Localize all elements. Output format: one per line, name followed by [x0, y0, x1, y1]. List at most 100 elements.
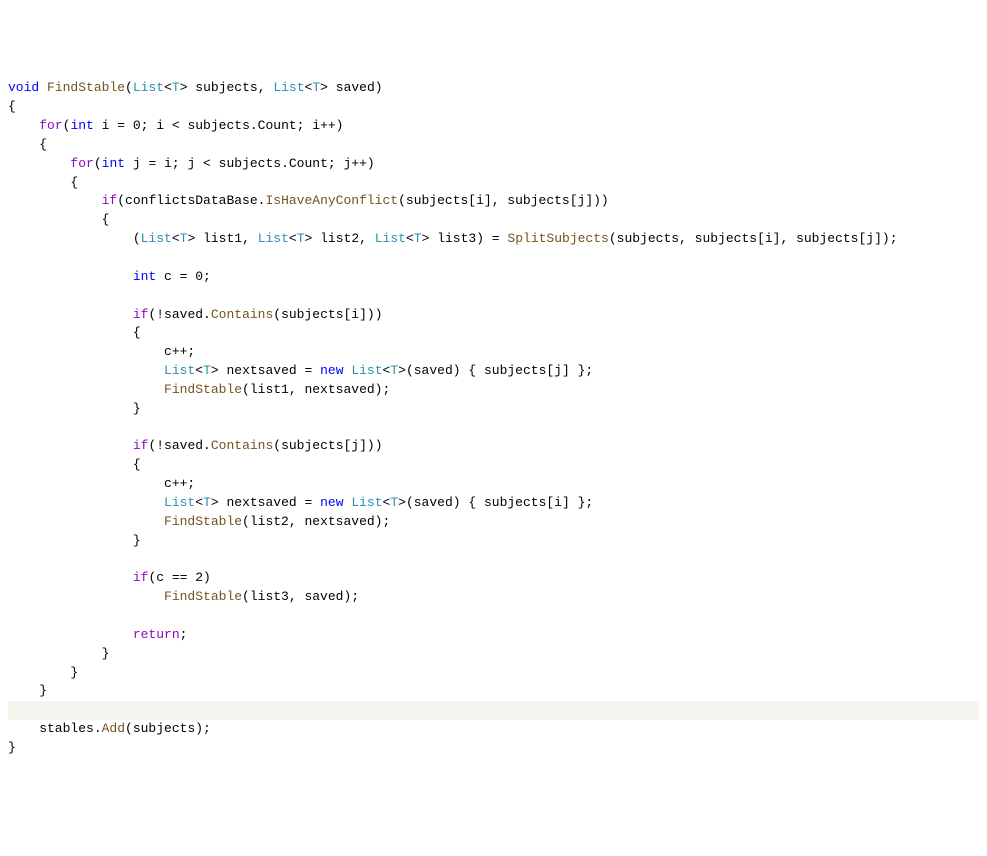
code-line[interactable]: } [8, 682, 979, 701]
code-token: < [195, 363, 203, 378]
code-token: T [172, 80, 180, 95]
code-token: c++; [8, 476, 195, 491]
code-token: List [133, 80, 164, 95]
code-line[interactable]: void FindStable(List<T> subjects, List<T… [8, 79, 979, 98]
code-token: (list2, nextsaved); [242, 514, 390, 529]
code-token: List [164, 495, 195, 510]
code-token [8, 570, 133, 585]
code-token: if [133, 570, 149, 585]
code-token: < [195, 495, 203, 510]
code-token: } [8, 646, 109, 661]
code-token [39, 80, 47, 95]
code-line[interactable]: int c = 0; [8, 268, 979, 287]
code-line[interactable]: (List<T> list1, List<T> list2, List<T> l… [8, 230, 979, 249]
code-token: for [70, 156, 93, 171]
code-token: List [164, 363, 195, 378]
code-line[interactable] [8, 249, 979, 268]
code-token [8, 307, 133, 322]
code-token: List [351, 363, 382, 378]
code-token [8, 156, 70, 171]
code-token: (!saved. [148, 307, 210, 322]
code-line[interactable]: FindStable(list1, nextsaved); [8, 381, 979, 400]
code-token: (c == 2) [148, 570, 210, 585]
code-token: i = 0; i < subjects.Count; i++) [94, 118, 344, 133]
code-line[interactable] [8, 607, 979, 626]
code-token: ( [94, 156, 102, 171]
code-line[interactable] [8, 550, 979, 569]
code-line[interactable]: FindStable(list2, nextsaved); [8, 513, 979, 532]
code-token: < [406, 231, 414, 246]
code-token: new [320, 363, 343, 378]
code-token: SplitSubjects [507, 231, 608, 246]
code-line[interactable] [8, 419, 979, 438]
code-token: FindStable [47, 80, 125, 95]
code-token: < [164, 80, 172, 95]
code-line[interactable]: { [8, 456, 979, 475]
code-token: FindStable [164, 589, 242, 604]
code-token: } [8, 683, 47, 698]
code-token: (subjects); [125, 721, 211, 736]
code-token [8, 193, 102, 208]
code-token: stables. [8, 721, 102, 736]
code-token: { [8, 212, 109, 227]
code-token: { [8, 175, 78, 190]
code-line[interactable]: } [8, 532, 979, 551]
code-line[interactable] [8, 287, 979, 306]
code-line[interactable]: c++; [8, 475, 979, 494]
code-token: } [8, 401, 141, 416]
code-token: FindStable [164, 382, 242, 397]
code-editor[interactable]: void FindStable(List<T> subjects, List<T… [8, 79, 979, 757]
code-token [8, 514, 164, 529]
code-token: T [203, 495, 211, 510]
code-token: c = 0; [156, 269, 211, 284]
code-token: > list3) = [422, 231, 508, 246]
code-token: > list1, [187, 231, 257, 246]
code-token: Add [102, 721, 125, 736]
code-token: (subjects[i])) [273, 307, 382, 322]
code-line[interactable]: if(conflictsDataBase.IsHaveAnyConflict(s… [8, 192, 979, 211]
code-line[interactable]: } [8, 664, 979, 683]
code-line[interactable]: } [8, 739, 979, 758]
code-line[interactable]: { [8, 324, 979, 343]
code-token: FindStable [164, 514, 242, 529]
code-line[interactable]: for(int j = i; j < subjects.Count; j++) [8, 155, 979, 174]
code-line[interactable]: if(!saved.Contains(subjects[j])) [8, 437, 979, 456]
code-line[interactable]: } [8, 400, 979, 419]
code-token [8, 438, 133, 453]
code-token: int [102, 156, 125, 171]
code-line[interactable]: if(!saved.Contains(subjects[i])) [8, 306, 979, 325]
code-line[interactable]: List<T> nextsaved = new List<T>(saved) {… [8, 494, 979, 513]
code-token: T [203, 363, 211, 378]
code-token: return [133, 627, 180, 642]
code-token: T [414, 231, 422, 246]
code-token: >(saved) { subjects[j] }; [398, 363, 593, 378]
code-token: { [8, 457, 141, 472]
code-line[interactable]: } [8, 645, 979, 664]
code-token: (conflictsDataBase. [117, 193, 265, 208]
code-token: if [102, 193, 118, 208]
code-line[interactable]: if(c == 2) [8, 569, 979, 588]
code-line[interactable]: return; [8, 626, 979, 645]
code-line[interactable]: for(int i = 0; i < subjects.Count; i++) [8, 117, 979, 136]
code-token: } [8, 533, 141, 548]
code-line[interactable]: c++; [8, 343, 979, 362]
code-line[interactable]: { [8, 98, 979, 117]
code-line[interactable]: stables.Add(subjects); [8, 720, 979, 739]
code-token: ( [8, 231, 141, 246]
code-token: if [133, 307, 149, 322]
code-token: Contains [211, 438, 273, 453]
code-line[interactable]: { [8, 211, 979, 230]
code-token: List [258, 231, 289, 246]
code-token: < [172, 231, 180, 246]
code-token: T [297, 231, 305, 246]
code-token: > subjects, [180, 80, 274, 95]
code-line[interactable]: FindStable(list3, saved); [8, 588, 979, 607]
code-token [8, 589, 164, 604]
code-line[interactable]: { [8, 136, 979, 155]
code-token: T [390, 495, 398, 510]
code-token: for [39, 118, 62, 133]
code-line[interactable]: List<T> nextsaved = new List<T>(saved) {… [8, 362, 979, 381]
code-line[interactable]: { [8, 174, 979, 193]
code-token [8, 627, 133, 642]
code-line[interactable] [8, 701, 979, 720]
